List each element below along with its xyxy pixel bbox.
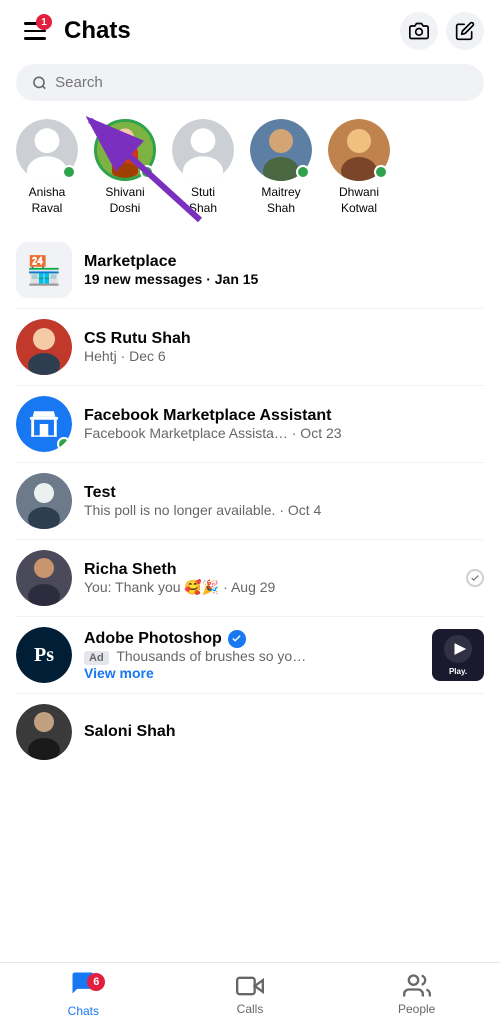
story-item[interactable]: MaitreyShah <box>250 119 312 216</box>
chat-preview: This poll is no longer available. · Oct … <box>84 502 484 518</box>
ad-badge: Ad <box>84 651 109 665</box>
compose-icon <box>455 21 475 41</box>
chat-item-adobe[interactable]: Ps Adobe Photoshop Ad Thousands of brush… <box>0 617 500 693</box>
chat-item-richa[interactable]: Richa Sheth You: Thank you 🥰🎉 · Aug 29 <box>0 540 500 616</box>
chat-preview: Facebook Marketplace Assista… · Oct 23 <box>84 425 484 441</box>
nav-calls-label: Calls <box>237 1002 264 1016</box>
nav-people[interactable]: People <box>333 964 500 1024</box>
chat-info: CS Rutu Shah Hehtj · Dec 6 <box>84 330 484 364</box>
menu-notification-badge: 1 <box>36 14 52 30</box>
story-avatar-wrap <box>328 119 390 181</box>
story-name: ShivaniDoshi <box>105 185 144 216</box>
story-item[interactable]: DhwaniKotwal <box>328 119 390 216</box>
chats-badge: 6 <box>87 973 105 991</box>
nav-chats-icon-wrap: 6 <box>69 969 97 1002</box>
camera-button[interactable] <box>400 12 438 50</box>
nav-chats[interactable]: 6 Chats <box>0 961 167 1024</box>
search-container <box>0 58 500 111</box>
story-avatar-wrap <box>172 119 234 181</box>
chat-avatar <box>16 319 72 375</box>
read-receipt <box>466 569 484 587</box>
online-indicator <box>62 165 76 179</box>
header-left: 1 Chats <box>16 12 131 50</box>
chat-list: 🏪 Marketplace 19 new messages · Jan 15 <box>0 232 500 770</box>
online-indicator <box>57 437 71 451</box>
chat-avatar <box>16 550 72 606</box>
story-name: DhwaniKotwal <box>339 185 379 216</box>
chat-info: Test This poll is no longer available. ·… <box>84 484 484 518</box>
chat-meta <box>466 569 484 587</box>
chat-avatar <box>16 473 72 529</box>
online-indicator <box>374 165 388 179</box>
header: 1 Chats <box>0 0 500 58</box>
story-name: StutiShah <box>189 185 217 216</box>
story-item[interactable]: AnishaRaval <box>16 119 78 216</box>
chat-preview: You: Thank you 🥰🎉 · Aug 29 <box>84 579 454 596</box>
online-indicator <box>296 165 310 179</box>
chat-info: Richa Sheth You: Thank you 🥰🎉 · Aug 29 <box>84 561 454 596</box>
story-name: AnishaRaval <box>29 185 66 216</box>
nav-people-label: People <box>398 1002 435 1016</box>
story-avatar-wrap <box>94 119 156 181</box>
chat-preview: 19 new messages · Jan 15 <box>84 271 484 287</box>
view-more-link[interactable]: View more <box>84 665 154 681</box>
chat-meta: Play. <box>432 629 484 681</box>
chat-info: Adobe Photoshop Ad Thousands of brushes … <box>84 630 420 681</box>
chat-preview: Ad Thousands of brushes so yo… View more <box>84 648 420 681</box>
camera-icon <box>409 21 429 41</box>
verified-badge <box>228 630 246 648</box>
chat-avatar <box>16 396 72 452</box>
chat-item-test[interactable]: Test This poll is no longer available. ·… <box>0 463 500 539</box>
bottom-nav: 6 Chats Calls People <box>0 962 500 1024</box>
story-avatar <box>172 119 234 181</box>
chat-avatar: 🏪 <box>16 242 72 298</box>
chat-name: Saloni Shah <box>84 723 484 741</box>
chat-avatar <box>16 704 72 760</box>
nav-calls[interactable]: Calls <box>167 964 334 1024</box>
menu-button[interactable]: 1 <box>16 12 54 50</box>
nav-chats-label: Chats <box>68 1004 99 1018</box>
story-avatar-wrap <box>16 119 78 181</box>
compose-button[interactable] <box>446 12 484 50</box>
ad-thumbnail[interactable]: Play. <box>432 629 484 681</box>
chat-name: Richa Sheth <box>84 561 454 579</box>
chat-item-fb-marketplace[interactable]: Facebook Marketplace Assistant Facebook … <box>0 386 500 462</box>
search-icon <box>32 75 47 91</box>
calls-icon <box>236 972 264 1000</box>
chat-info: Facebook Marketplace Assistant Facebook … <box>84 407 484 441</box>
story-item[interactable]: StutiShah <box>172 119 234 216</box>
chat-item-saloni[interactable]: Saloni Shah <box>0 694 500 770</box>
chat-item-cs-rutu[interactable]: CS Rutu Shah Hehtj · Dec 6 <box>0 309 500 385</box>
chat-name: Facebook Marketplace Assistant <box>84 407 484 425</box>
chat-preview: Hehtj · Dec 6 <box>84 348 484 364</box>
chat-avatar: Ps <box>16 627 72 683</box>
chat-item-marketplace[interactable]: 🏪 Marketplace 19 new messages · Jan 15 <box>0 232 500 308</box>
marketplace-icon: 🏪 <box>16 242 72 298</box>
page-title: Chats <box>64 17 131 45</box>
people-icon <box>403 972 431 1000</box>
store-icon <box>27 407 61 441</box>
chat-name: CS Rutu Shah <box>84 330 484 348</box>
story-avatar-wrap <box>250 119 312 181</box>
search-bar[interactable] <box>16 64 484 101</box>
chat-info: Marketplace 19 new messages · Jan 15 <box>84 253 484 287</box>
online-indicator <box>140 165 154 179</box>
search-input[interactable] <box>55 74 468 91</box>
stories-row: AnishaRaval ShivaniDoshi <box>0 111 500 232</box>
chat-name: Adobe Photoshop <box>84 630 420 648</box>
chat-info: Saloni Shah <box>84 723 484 741</box>
chat-name: Test <box>84 484 484 502</box>
header-actions <box>400 12 484 50</box>
story-name: MaitreyShah <box>261 185 300 216</box>
story-item[interactable]: ShivaniDoshi <box>94 119 156 216</box>
chat-name: Marketplace <box>84 253 484 271</box>
